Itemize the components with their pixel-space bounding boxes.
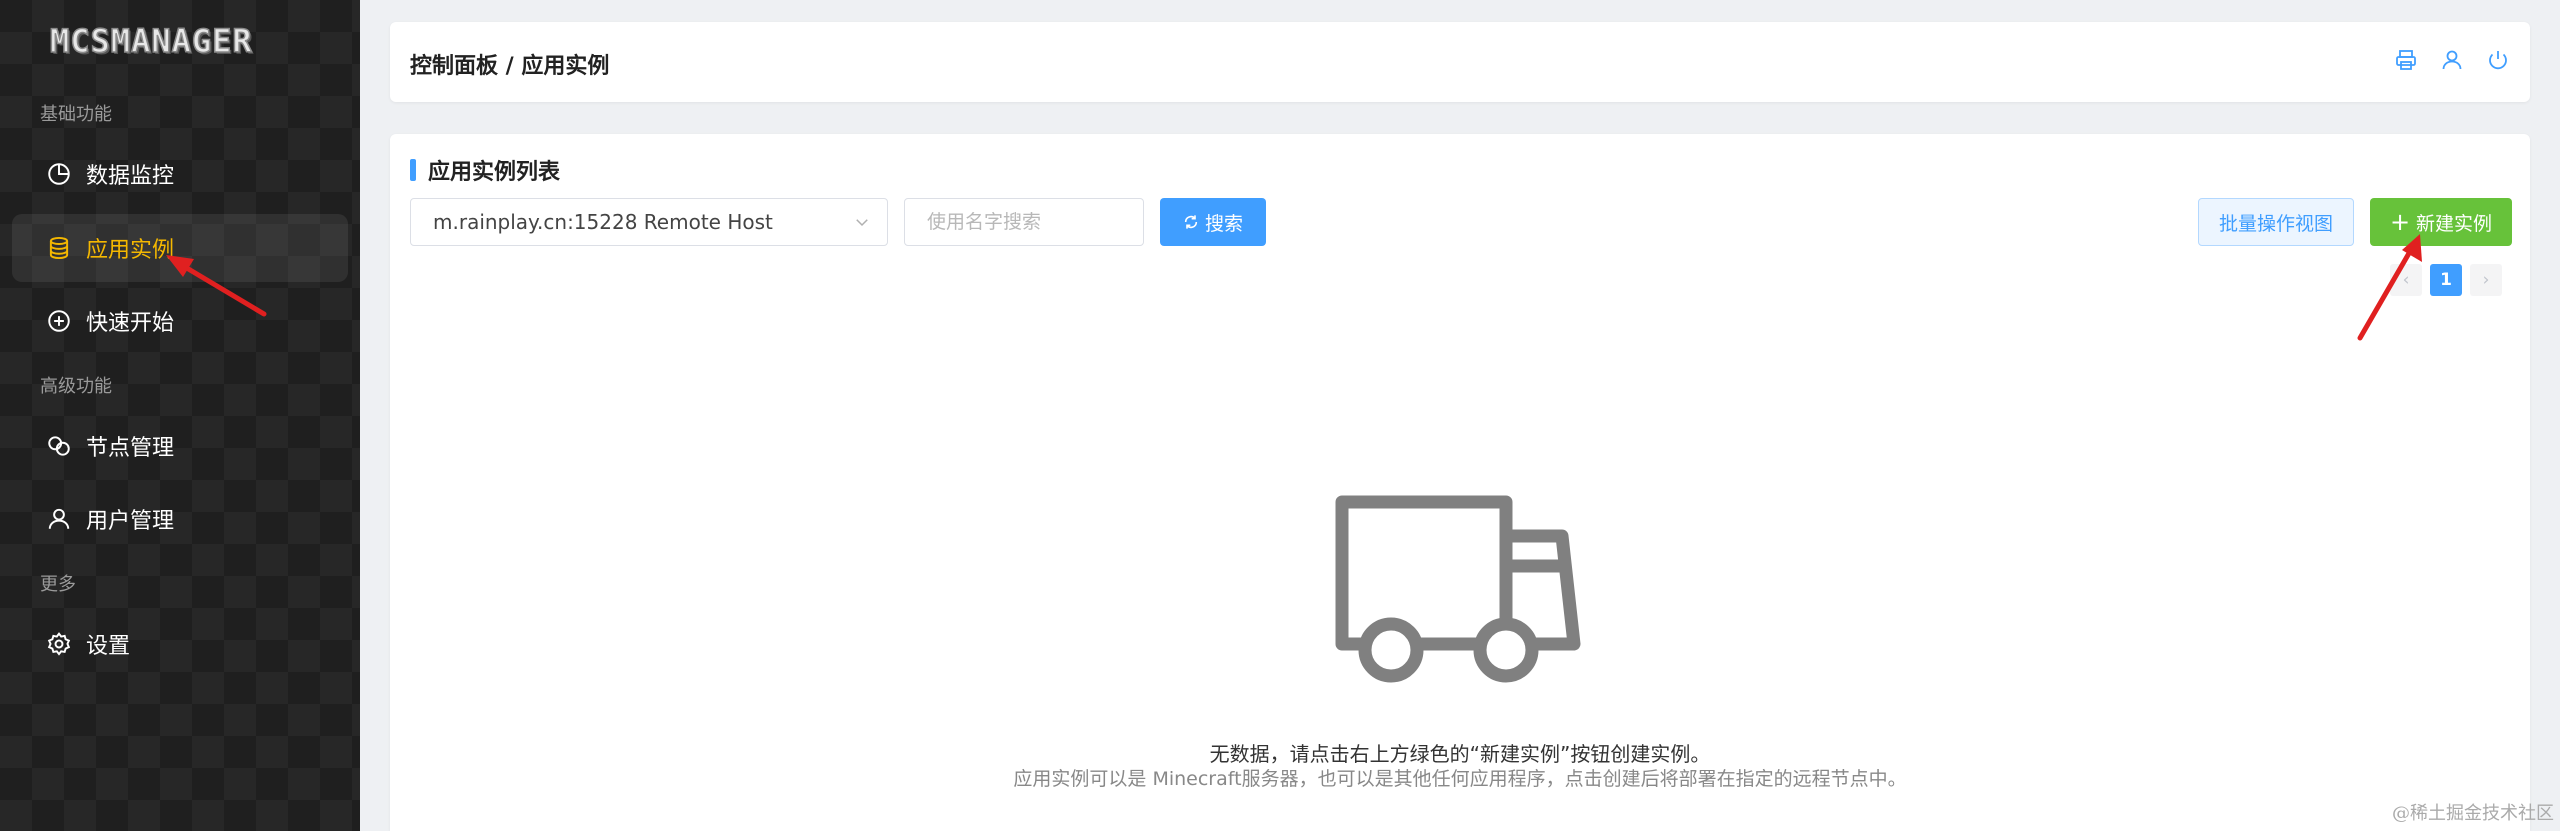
sidebar-item-label: 数据监控 xyxy=(86,164,175,189)
section-title-advanced: 高级功能 xyxy=(40,376,112,397)
chevron-down-icon xyxy=(856,219,868,227)
sidebar-item-label: 应用实例 xyxy=(86,238,175,263)
header-bar: 控制面板 / 应用实例 xyxy=(390,22,2530,102)
plus-icon: + xyxy=(2389,208,2411,236)
header-actions xyxy=(2392,46,2512,74)
empty-message: 无数据，请点击右上方绿色的“新建实例”按钮创建实例。 xyxy=(1209,742,1711,766)
node-select-value: m.rainplay.cn:15228 Remote Host xyxy=(433,210,773,234)
breadcrumb: 控制面板 / 应用实例 xyxy=(410,54,610,79)
sidebar-item-instances[interactable]: 应用实例 xyxy=(12,214,348,282)
card-title-text: 应用实例列表 xyxy=(428,160,561,185)
sidebar-item-users[interactable]: 用户管理 xyxy=(12,485,348,553)
page-1-button[interactable]: 1 xyxy=(2430,264,2462,296)
watermark: @稀土掘金技术社区 xyxy=(2392,803,2554,824)
pie-chart-icon xyxy=(46,161,72,187)
card-title: 应用实例列表 xyxy=(410,154,560,186)
batch-view-button[interactable]: 批量操作视图 xyxy=(2198,198,2354,246)
plus-circle-icon xyxy=(46,308,72,334)
printer-icon[interactable] xyxy=(2392,46,2420,74)
new-instance-label: 新建实例 xyxy=(2416,212,2493,235)
gear-icon xyxy=(46,631,72,657)
search-button-label: 搜索 xyxy=(1204,212,1243,235)
search-input[interactable] xyxy=(904,198,1144,246)
sidebar-item-settings[interactable]: 设置 xyxy=(12,610,348,678)
empty-hint: 应用实例可以是 Minecraft服务器，也可以是其他任何应用程序，点击创建后将… xyxy=(1013,768,1907,790)
sidebar-item-label: 用户管理 xyxy=(86,509,175,534)
sidebar-item-nodes[interactable]: 节点管理 xyxy=(12,412,348,480)
refresh-icon xyxy=(1184,215,1198,229)
search-button[interactable]: 搜索 xyxy=(1160,198,1266,246)
truck-icon xyxy=(1335,495,1581,683)
power-icon[interactable] xyxy=(2484,46,2512,74)
prev-page-button[interactable]: ‹ xyxy=(2390,264,2422,296)
sidebar: MCSMANAGER 基础功能 数据监控 应用实例 快速开始 高级功能 节点管理… xyxy=(0,0,360,831)
pagination: ‹ 1 › xyxy=(2390,264,2502,296)
user-icon xyxy=(46,506,72,532)
instance-list-card: 应用实例列表 m.rainplay.cn:15228 Remote Host 搜… xyxy=(390,134,2530,831)
sidebar-item-monitor[interactable]: 数据监控 xyxy=(12,140,348,208)
sidebar-item-label: 设置 xyxy=(86,634,131,659)
new-instance-button[interactable]: + 新建实例 xyxy=(2370,198,2512,246)
user-icon[interactable] xyxy=(2438,46,2466,74)
app-logo[interactable]: MCSMANAGER xyxy=(49,21,253,61)
sidebar-item-quickstart[interactable]: 快速开始 xyxy=(12,287,348,355)
section-title-basic: 基础功能 xyxy=(40,104,112,125)
batch-view-label: 批量操作视图 xyxy=(2218,212,2333,235)
node-select[interactable]: m.rainplay.cn:15228 Remote Host xyxy=(410,198,888,246)
next-page-button[interactable]: › xyxy=(2470,264,2502,296)
sidebar-item-label: 节点管理 xyxy=(86,436,175,461)
title-accent-bar xyxy=(410,159,416,181)
sidebar-item-label: 快速开始 xyxy=(86,311,175,336)
nodes-icon xyxy=(46,433,72,459)
database-icon xyxy=(46,235,72,261)
section-title-more: 更多 xyxy=(40,574,76,595)
